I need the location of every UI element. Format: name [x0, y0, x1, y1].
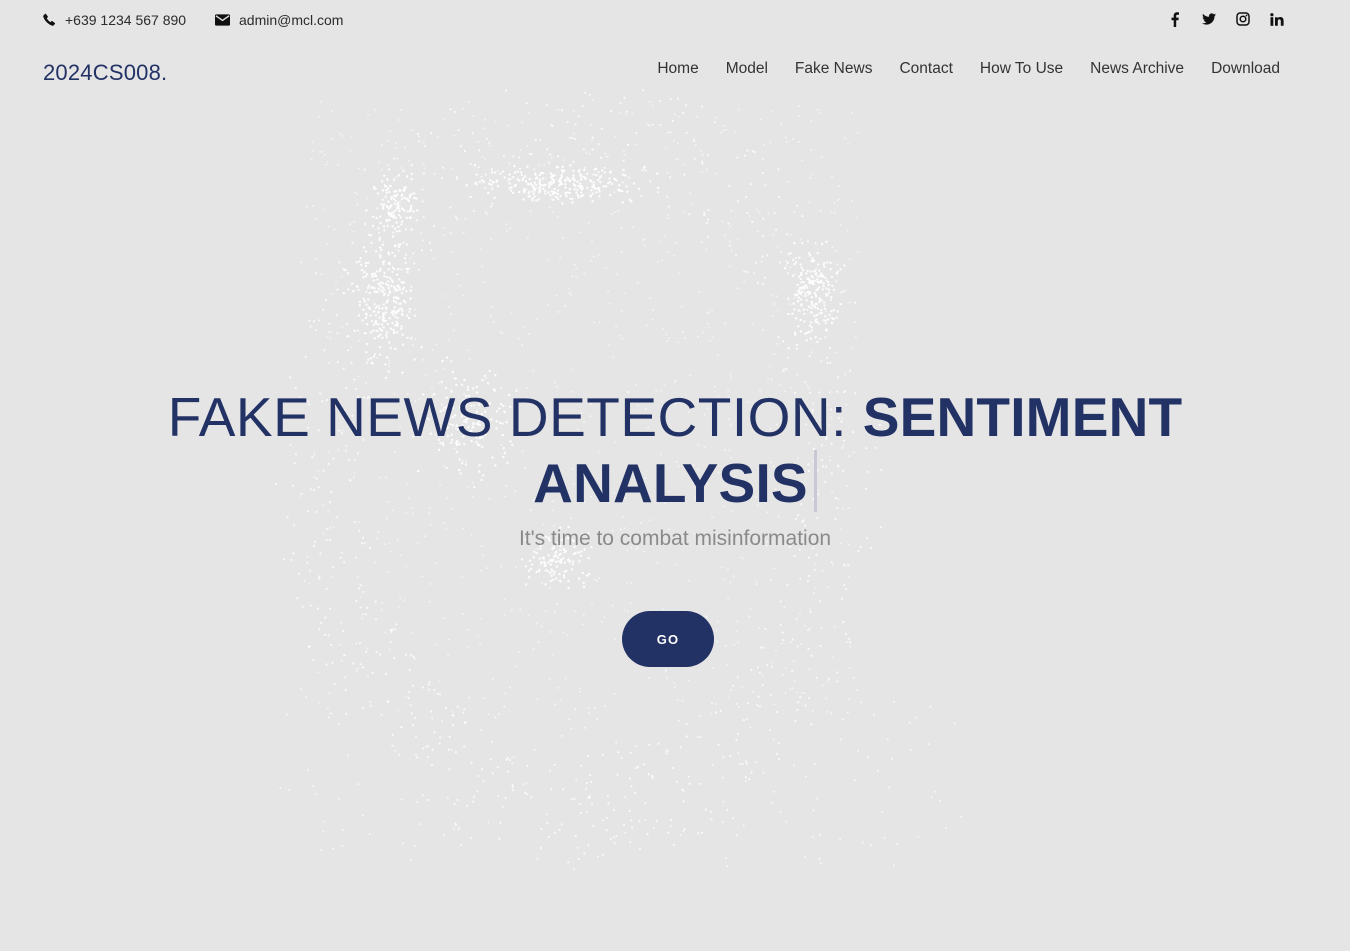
hero-title-bold-2: ANALYSIS	[533, 452, 808, 514]
nav-home[interactable]: Home	[657, 60, 698, 78]
site-logo[interactable]: 2024CS008.	[43, 60, 167, 86]
go-button[interactable]: GO	[622, 611, 714, 667]
contact-phone[interactable]: +639 1234 567 890	[43, 12, 186, 28]
contact-email[interactable]: admin@mcl.com	[215, 12, 343, 28]
nav-how-to-use[interactable]: How To Use	[980, 60, 1063, 78]
hero-subtitle: It's time to combat misinformation	[518, 527, 832, 550]
nav-fake-news[interactable]: Fake News	[795, 60, 873, 78]
envelope-icon	[215, 13, 231, 27]
hero-title-light: FAKE NEWS DETECTION:	[167, 386, 863, 448]
instagram-icon[interactable]	[1236, 11, 1250, 27]
main-nav: Home Model Fake News Contact How To Use …	[657, 60, 1280, 78]
top-bar: +639 1234 567 890 admin@mcl.com	[0, 0, 1350, 40]
facebook-icon[interactable]	[1168, 11, 1182, 27]
hero-title: FAKE NEWS DETECTION: SENTIMENT ANALYSIS	[0, 384, 1350, 516]
nav-model[interactable]: Model	[726, 60, 768, 78]
nav-contact[interactable]: Contact	[899, 60, 952, 78]
phone-text: +639 1234 567 890	[65, 12, 187, 28]
twitter-icon[interactable]	[1202, 11, 1216, 27]
linkedin-icon[interactable]	[1270, 11, 1284, 27]
nav-news-archive[interactable]: News Archive	[1090, 60, 1184, 78]
email-text: admin@mcl.com	[239, 12, 344, 28]
phone-icon	[43, 13, 57, 27]
page: +639 1234 567 890 admin@mcl.com 2024CS00…	[0, 0, 1350, 951]
hero-title-bold-1: SENTIMENT	[862, 386, 1183, 448]
social-links	[1168, 11, 1284, 27]
nav-download[interactable]: Download	[1211, 60, 1280, 78]
typing-cursor	[813, 450, 817, 512]
